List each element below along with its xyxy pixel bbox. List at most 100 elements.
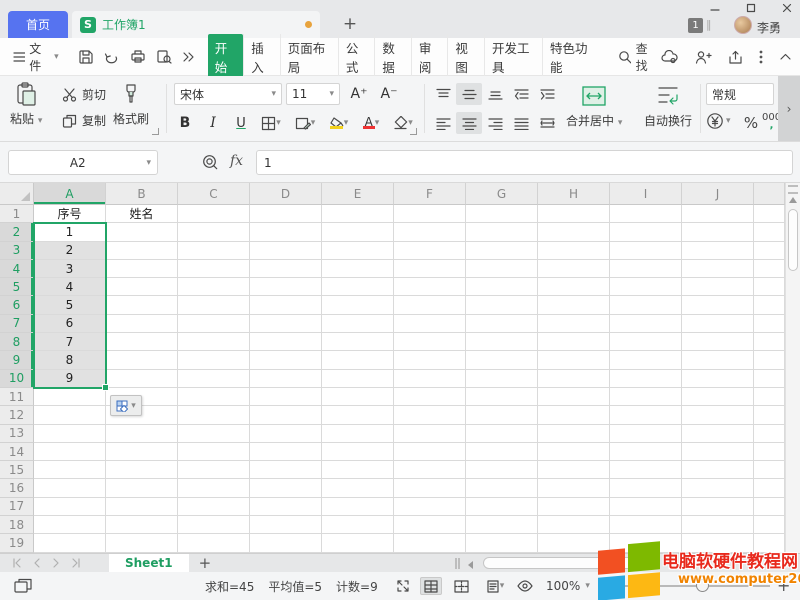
cell-F2[interactable] bbox=[394, 223, 466, 241]
cell-C18[interactable] bbox=[178, 516, 250, 534]
column-header-H[interactable]: H bbox=[538, 183, 610, 205]
cell-C12[interactable] bbox=[178, 406, 250, 424]
cell-G8[interactable] bbox=[466, 333, 538, 351]
cell-E2[interactable] bbox=[322, 223, 394, 241]
chevron-double-right-icon[interactable] bbox=[182, 51, 194, 63]
number-format-select[interactable]: 常规 bbox=[706, 83, 774, 105]
row-header-1[interactable]: 1 bbox=[0, 205, 34, 223]
cell-C17[interactable] bbox=[178, 498, 250, 516]
user-name[interactable]: 李勇 bbox=[757, 19, 781, 36]
cell-C3[interactable] bbox=[178, 242, 250, 260]
cell-partial-14[interactable] bbox=[754, 443, 785, 461]
cell-G2[interactable] bbox=[466, 223, 538, 241]
cell-J9[interactable] bbox=[682, 351, 754, 369]
cell-H4[interactable] bbox=[538, 260, 610, 278]
cell-I9[interactable] bbox=[610, 351, 682, 369]
cell-J13[interactable] bbox=[682, 425, 754, 443]
cell-B3[interactable] bbox=[106, 242, 178, 260]
cell-F3[interactable] bbox=[394, 242, 466, 260]
cell-E8[interactable] bbox=[322, 333, 394, 351]
cell-F17[interactable] bbox=[394, 498, 466, 516]
cell-J4[interactable] bbox=[682, 260, 754, 278]
cell-D12[interactable] bbox=[250, 406, 322, 424]
cell-I12[interactable] bbox=[610, 406, 682, 424]
vertical-scrollbar[interactable] bbox=[785, 183, 800, 553]
maximize-button[interactable] bbox=[736, 0, 766, 16]
cell-F7[interactable] bbox=[394, 315, 466, 333]
font-name-select[interactable]: 宋体 ▾ bbox=[174, 83, 282, 105]
align-top-button[interactable] bbox=[430, 83, 456, 105]
cell-I16[interactable] bbox=[610, 479, 682, 497]
column-header-partial[interactable] bbox=[754, 183, 785, 205]
menu-tab-开始[interactable]: 开始 bbox=[208, 34, 244, 80]
cell-partial-12[interactable] bbox=[754, 406, 785, 424]
column-header-B[interactable]: B bbox=[106, 183, 178, 205]
cell-F13[interactable] bbox=[394, 425, 466, 443]
cell-C10[interactable] bbox=[178, 370, 250, 388]
collapse-ribbon-icon[interactable] bbox=[779, 52, 792, 61]
cell-E7[interactable] bbox=[322, 315, 394, 333]
cell-F19[interactable] bbox=[394, 534, 466, 552]
currency-button[interactable]: ▾ bbox=[706, 112, 731, 130]
home-tab[interactable]: 首页 bbox=[8, 11, 68, 38]
autofill-options-button[interactable]: ▾ bbox=[110, 395, 142, 416]
cell-B18[interactable] bbox=[106, 516, 178, 534]
cell-partial-15[interactable] bbox=[754, 461, 785, 479]
cell-J8[interactable] bbox=[682, 333, 754, 351]
cell-G17[interactable] bbox=[466, 498, 538, 516]
row-header-12[interactable]: 12 bbox=[0, 406, 34, 424]
undo-icon[interactable] bbox=[104, 49, 120, 64]
ribbon-expand-strip[interactable]: › bbox=[778, 76, 800, 141]
cell-F4[interactable] bbox=[394, 260, 466, 278]
cell-B10[interactable] bbox=[106, 370, 178, 388]
cell-A6[interactable]: 5 bbox=[34, 296, 106, 314]
row-header-10[interactable]: 10 bbox=[0, 370, 34, 388]
cell-F8[interactable] bbox=[394, 333, 466, 351]
cell-partial-8[interactable] bbox=[754, 333, 785, 351]
distribute-text-button[interactable] bbox=[534, 112, 560, 134]
cell-E11[interactable] bbox=[322, 388, 394, 406]
cell-G9[interactable] bbox=[466, 351, 538, 369]
cell-J2[interactable] bbox=[682, 223, 754, 241]
row-header-4[interactable]: 4 bbox=[0, 260, 34, 278]
row-header-19[interactable]: 19 bbox=[0, 534, 34, 552]
menu-tab-开发工具[interactable]: 开发工具 bbox=[484, 34, 542, 80]
cell-C11[interactable] bbox=[178, 388, 250, 406]
menu-tab-审阅[interactable]: 审阅 bbox=[411, 34, 448, 80]
cell-B15[interactable] bbox=[106, 461, 178, 479]
cell-I1[interactable] bbox=[610, 205, 682, 223]
cell-A12[interactable] bbox=[34, 406, 106, 424]
cell-A9[interactable]: 8 bbox=[34, 351, 106, 369]
cell-E13[interactable] bbox=[322, 425, 394, 443]
cell-J14[interactable] bbox=[682, 443, 754, 461]
cell-I3[interactable] bbox=[610, 242, 682, 260]
cell-D17[interactable] bbox=[250, 498, 322, 516]
cell-A18[interactable] bbox=[34, 516, 106, 534]
row-header-17[interactable]: 17 bbox=[0, 498, 34, 516]
cloud-sync-icon[interactable] bbox=[661, 50, 679, 64]
cell-H10[interactable] bbox=[538, 370, 610, 388]
cell-D3[interactable] bbox=[250, 242, 322, 260]
merge-center-button[interactable]: 合并居中 ▾ bbox=[566, 84, 622, 129]
cell-E12[interactable] bbox=[322, 406, 394, 424]
cell-H17[interactable] bbox=[538, 498, 610, 516]
cell-H16[interactable] bbox=[538, 479, 610, 497]
column-header-F[interactable]: F bbox=[394, 183, 466, 205]
scroll-up-arrow[interactable] bbox=[789, 197, 797, 203]
new-tab-button[interactable]: + bbox=[338, 12, 362, 36]
row-header-5[interactable]: 5 bbox=[0, 278, 34, 296]
copy-button[interactable]: 复制 bbox=[62, 112, 106, 129]
column-header-A[interactable]: A bbox=[34, 183, 106, 205]
cell-partial-3[interactable] bbox=[754, 242, 785, 260]
user-avatar[interactable] bbox=[734, 16, 752, 34]
clipboard-dialog-launcher[interactable] bbox=[152, 128, 159, 135]
row-header-7[interactable]: 7 bbox=[0, 315, 34, 333]
cell-D10[interactable] bbox=[250, 370, 322, 388]
add-user-icon[interactable] bbox=[695, 50, 712, 64]
row-header-18[interactable]: 18 bbox=[0, 516, 34, 534]
cell-I18[interactable] bbox=[610, 516, 682, 534]
cell-partial-5[interactable] bbox=[754, 278, 785, 296]
vertical-split-handle[interactable] bbox=[788, 185, 798, 194]
cell-partial-6[interactable] bbox=[754, 296, 785, 314]
cell-F16[interactable] bbox=[394, 479, 466, 497]
